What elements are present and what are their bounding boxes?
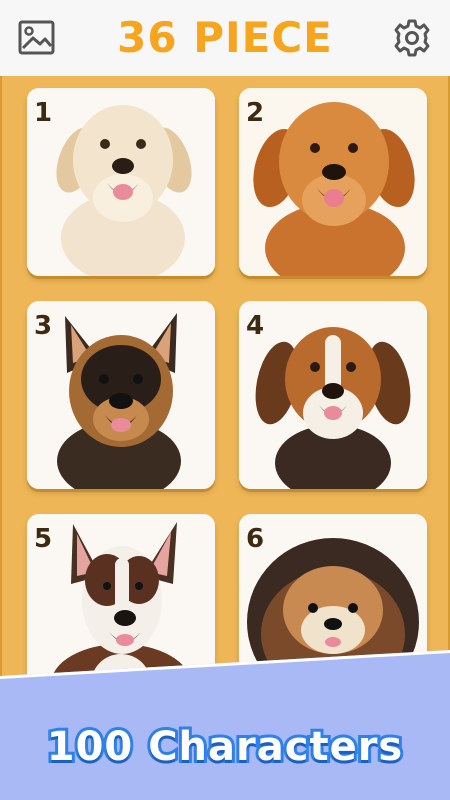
puzzle-card-3[interactable]: 3 [27,301,215,489]
card-number: 6 [246,524,265,554]
beagle-puppy-image [239,301,427,489]
card-number: 3 [34,311,53,341]
german-shepherd-puppy-image [27,301,215,489]
puzzle-card-4[interactable]: 4 [239,301,427,489]
card-number: 4 [246,311,265,341]
page-title: 36 PIECE [117,13,333,62]
card-number: 1 [34,98,53,128]
gear-icon[interactable] [392,18,432,58]
labrador-puppy-image [27,88,215,276]
golden-retriever-puppy-image [239,88,427,276]
top-bar: 36 PIECE [0,0,450,76]
puzzle-card-1[interactable]: 1 [27,88,215,276]
puzzle-card-2[interactable]: 2 [239,88,427,276]
card-number: 2 [246,98,265,128]
card-number: 5 [34,524,53,554]
banner-headline: 100 Characters [44,721,405,773]
